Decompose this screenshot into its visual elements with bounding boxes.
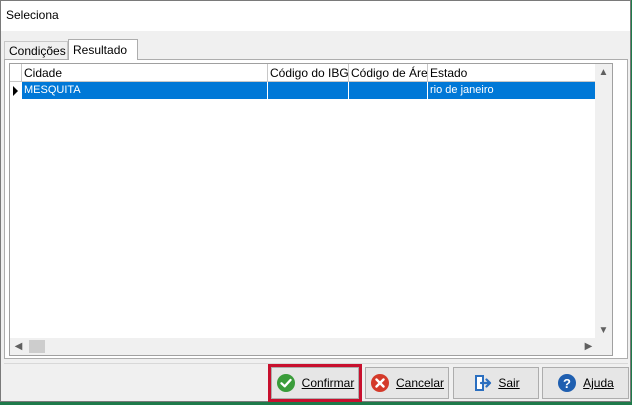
result-grid[interactable]: Cidade Código do IBGE Código de Área Est…: [9, 63, 613, 356]
window-title: Seleciona: [6, 8, 59, 22]
cell-cidade: MESQUITA: [22, 82, 268, 99]
scrollbar-corner: [595, 338, 612, 355]
scroll-down-arrow-icon[interactable]: ▼: [595, 322, 612, 339]
dialog-window: Seleciona Condições Resultado Cidade Cód…: [0, 0, 631, 402]
confirmar-button[interactable]: Confirmar: [268, 364, 362, 402]
cell-codigo-area: [349, 82, 428, 99]
sair-label: Sair: [498, 376, 520, 390]
vertical-scrollbar[interactable]: ▲ ▼: [595, 64, 612, 339]
table-row[interactable]: MESQUITA rio de janeiro: [22, 82, 611, 99]
cell-codigo-ibge: [268, 82, 349, 99]
horizontal-scrollbar[interactable]: ◀ ▶: [10, 338, 597, 355]
current-row-arrow-icon: [13, 86, 18, 96]
exit-door-icon: [472, 373, 492, 393]
question-circle-icon: ?: [557, 373, 577, 393]
svg-text:?: ?: [563, 376, 571, 391]
cancelar-button[interactable]: Cancelar: [365, 367, 449, 399]
column-header-codigo-ibge[interactable]: Código do IBGE: [268, 64, 349, 82]
footer-divider: [4, 363, 628, 364]
row-indicator-header: [10, 64, 22, 82]
tab-resultado[interactable]: Resultado: [68, 39, 138, 60]
title-bar[interactable]: Seleciona: [1, 1, 630, 31]
check-circle-icon: [276, 373, 296, 393]
sair-button[interactable]: Sair: [453, 367, 539, 399]
confirmar-label: Confirmar: [301, 376, 355, 390]
ajuda-label: Ajuda: [583, 376, 614, 390]
column-header-cidade[interactable]: Cidade: [22, 64, 268, 82]
column-header-estado[interactable]: Estado: [428, 64, 600, 82]
grid-header: Cidade Código do IBGE Código de Área Est…: [10, 64, 600, 82]
column-header-codigo-area[interactable]: Código de Área: [349, 64, 428, 82]
scroll-left-arrow-icon[interactable]: ◀: [10, 338, 27, 355]
vertical-scroll-track[interactable]: [597, 82, 609, 326]
horizontal-scroll-thumb[interactable]: [29, 340, 45, 353]
cell-estado: rio de janeiro: [430, 84, 494, 96]
tab-condicoes[interactable]: Condições: [4, 41, 68, 59]
cancelar-label: Cancelar: [395, 376, 445, 390]
scroll-up-arrow-icon[interactable]: ▲: [595, 64, 612, 81]
tab-panel-resultado: Cidade Código do IBGE Código de Área Est…: [4, 59, 628, 359]
x-circle-icon: [370, 373, 390, 393]
ajuda-button[interactable]: ? Ajuda: [542, 367, 629, 399]
